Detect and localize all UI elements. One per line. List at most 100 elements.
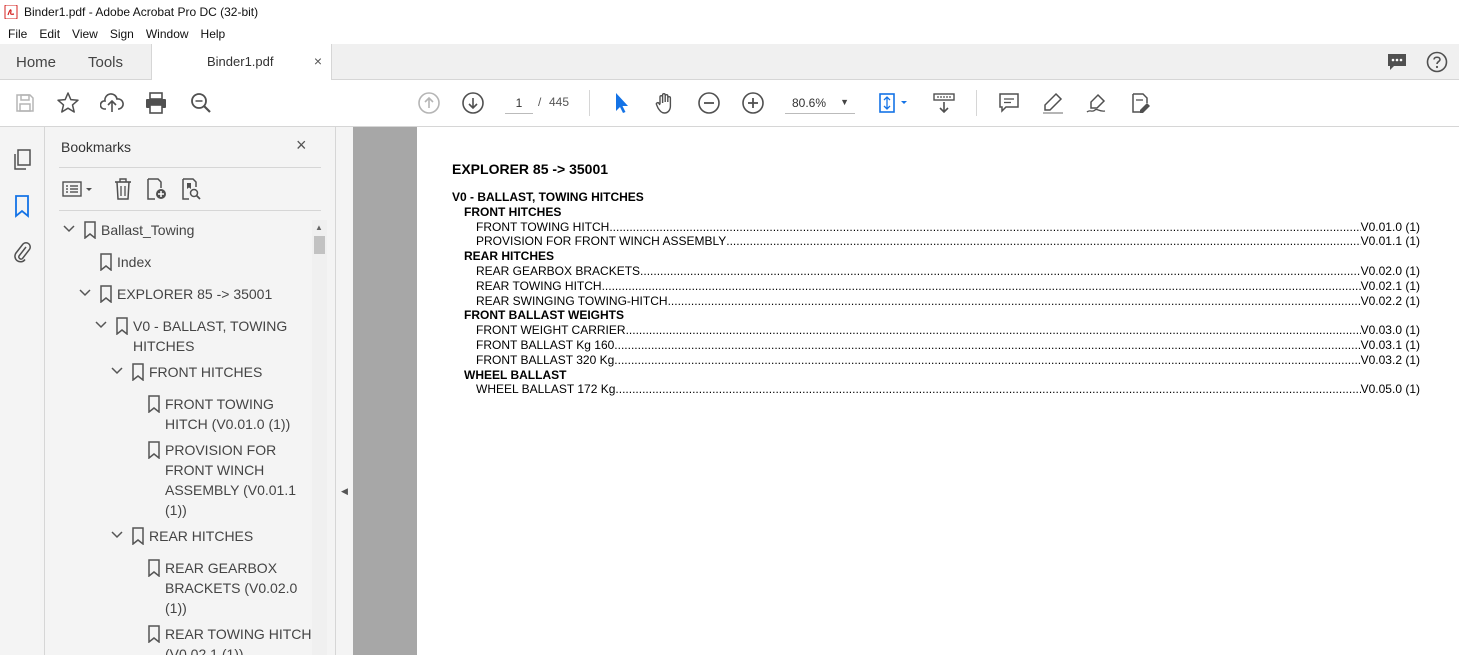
- toc-entry-label: FRONT WEIGHT CARRIER: [476, 323, 626, 338]
- zoom-in-icon[interactable]: [741, 91, 765, 115]
- tab-close-icon[interactable]: ×: [314, 53, 322, 69]
- select-cursor-icon[interactable]: [609, 91, 633, 115]
- toc-entry[interactable]: FRONT BALLAST 320 Kg V0.03.2 (1): [452, 353, 1420, 368]
- next-page-icon[interactable]: [461, 91, 485, 115]
- bookmark-label: Ballast_Towing: [101, 220, 194, 240]
- scroll-up-icon[interactable]: ▲: [315, 223, 323, 232]
- toc-entry[interactable]: PROVISION FOR FRONT WINCH ASSEMBLY V0.01.…: [452, 234, 1420, 249]
- menu-view[interactable]: View: [66, 27, 104, 41]
- page-heading: EXPLORER 85 -> 35001: [452, 161, 609, 177]
- menu-file[interactable]: File: [0, 27, 33, 41]
- toc-entry-reference: V0.01.1 (1): [1360, 234, 1420, 249]
- toc-entry-label: WHEEL BALLAST 172 Kg: [476, 382, 616, 397]
- chevron-down-icon[interactable]: [110, 364, 124, 378]
- menu-window[interactable]: Window: [140, 27, 195, 41]
- toc-entry-label: REAR GEARBOX BRACKETS: [476, 263, 641, 278]
- toc-leader-dots: [609, 220, 1360, 235]
- menu-edit[interactable]: Edit: [33, 27, 66, 41]
- bookmark-label: PROVISION FOR FRONT WINCH ASSEMBLY (V0.01.…: [165, 440, 296, 520]
- new-bookmark-icon[interactable]: [144, 177, 168, 201]
- zoom-select[interactable]: 80.6% ▼: [785, 92, 855, 114]
- attachment-icon[interactable]: [10, 240, 34, 264]
- document-viewport[interactable]: EXPLORER 85 -> 35001 V0 - BALLAST, TOWIN…: [353, 127, 1459, 655]
- bookmark-options-icon[interactable]: [61, 177, 97, 201]
- bookmark-label-line: (1)): [165, 600, 187, 616]
- star-icon[interactable]: [56, 91, 80, 115]
- edit-icon[interactable]: [1129, 91, 1153, 115]
- bookmark-icon: [148, 625, 160, 643]
- toc-group-heading: FRONT BALLAST WEIGHTS: [464, 308, 624, 323]
- comment-tool-icon[interactable]: [997, 91, 1021, 115]
- upload-icon[interactable]: [100, 91, 124, 115]
- menu-help[interactable]: Help: [195, 27, 232, 41]
- find-icon[interactable]: [189, 91, 213, 115]
- toc-entry[interactable]: REAR TOWING HITCH V0.02.1 (1): [452, 279, 1420, 294]
- tab-home[interactable]: Home: [16, 44, 56, 80]
- toc-entry[interactable]: REAR GEARBOX BRACKETS V0.02.0 (1): [452, 264, 1420, 279]
- table-of-contents: V0 - BALLAST, TOWING HITCHES FRONT HITCH…: [452, 190, 1420, 397]
- tab-tools[interactable]: Tools: [88, 44, 123, 80]
- save-icon[interactable]: [13, 91, 37, 115]
- hand-icon[interactable]: [653, 91, 677, 115]
- collapse-left-icon[interactable]: ◀: [341, 486, 348, 497]
- toc-leader-dots: [615, 382, 1360, 397]
- close-icon[interactable]: ×: [296, 135, 307, 156]
- menu-sign[interactable]: Sign: [104, 27, 140, 41]
- toc-leader-dots: [626, 323, 1361, 338]
- toc-entry[interactable]: FRONT BALLAST Kg 160 V0.03.1 (1): [452, 338, 1420, 353]
- help-icon[interactable]: [1426, 51, 1448, 73]
- keyboard-scroll-icon[interactable]: [932, 91, 956, 115]
- prev-page-icon[interactable]: [417, 91, 441, 115]
- toc-entry-reference: V0.02.2 (1): [1360, 293, 1420, 308]
- chevron-down-icon: ▼: [840, 97, 849, 107]
- bookmarks-scrollbar[interactable]: ▲: [312, 220, 327, 655]
- bookmark-icon: [100, 285, 112, 303]
- bookmarks-rail-icon[interactable]: [10, 194, 34, 218]
- zoom-value: 80.6%: [792, 96, 827, 110]
- toc-leader-dots: [614, 353, 1360, 368]
- toc-entry-reference: V0.03.2 (1): [1360, 352, 1420, 367]
- menu-bar: File Edit View Sign Window Help: [0, 24, 1459, 44]
- print-icon[interactable]: [144, 91, 168, 115]
- divider: [59, 167, 321, 168]
- bookmark-label-line: EXPLORER 85 -> 35001: [117, 286, 273, 302]
- scrollbar-thumb[interactable]: [314, 236, 325, 254]
- toc-entry[interactable]: WHEEL BALLAST 172 Kg V0.05.0 (1): [452, 382, 1420, 397]
- title-bar: Binder1.pdf - Adobe Acrobat Pro DC (32-b…: [0, 0, 1459, 24]
- highlight-icon[interactable]: [1041, 91, 1065, 115]
- toolbar-divider: [589, 90, 590, 116]
- divider: [59, 210, 321, 211]
- chevron-down-icon[interactable]: [78, 286, 92, 300]
- document-scrollbar[interactable]: [1451, 127, 1459, 655]
- left-navigation-rail: [0, 127, 45, 655]
- bookmarks-title: Bookmarks: [61, 139, 132, 155]
- delete-bookmark-icon[interactable]: [111, 177, 135, 201]
- toc-entry[interactable]: FRONT TOWING HITCH V0.01.0 (1): [452, 220, 1420, 235]
- sign-icon[interactable]: [1085, 91, 1109, 115]
- page-thumbnails-icon[interactable]: [10, 148, 34, 172]
- bookmark-label: FRONT HITCHES: [149, 362, 262, 382]
- chevron-down-icon[interactable]: [62, 222, 76, 236]
- toc-entry[interactable]: FRONT WEIGHT CARRIER V0.03.0 (1): [452, 323, 1420, 338]
- bookmark-icon: [148, 395, 160, 413]
- comment-icon[interactable]: [1386, 52, 1408, 72]
- bookmark-label-line: Index: [117, 254, 152, 270]
- chevron-down-icon[interactable]: [94, 318, 108, 332]
- bookmark-label: EXPLORER 85 -> 35001: [117, 284, 272, 304]
- toc-entry-label: FRONT BALLAST Kg 160: [476, 337, 615, 352]
- panel-collapse-handle[interactable]: ◀: [335, 127, 353, 655]
- tab-document[interactable]: Binder1.pdf ×: [151, 44, 332, 81]
- chevron-down-icon[interactable]: [110, 528, 124, 542]
- toc-entry-label: REAR TOWING HITCH: [476, 278, 602, 293]
- bookmark-label-line: (V0.02.1 (1)): [165, 646, 244, 655]
- bookmark-label: REAR GEARBOX BRACKETS (V0.02.0 (1)): [165, 558, 297, 618]
- toc-entry[interactable]: REAR SWINGING TOWING-HITCH V0.02.2 (1): [452, 294, 1420, 309]
- zoom-out-icon[interactable]: [697, 91, 721, 115]
- toc-entry-reference: V0.02.0 (1): [1360, 263, 1420, 278]
- bookmark-label: FRONT TOWING HITCH (V0.01.0 (1)): [165, 394, 290, 434]
- fit-page-icon[interactable]: [876, 91, 912, 115]
- tabs-bar: Home Tools Binder1.pdf ×: [0, 44, 1459, 81]
- page-number-input[interactable]: [505, 92, 533, 114]
- pdf-page: EXPLORER 85 -> 35001 V0 - BALLAST, TOWIN…: [417, 127, 1451, 655]
- find-bookmark-icon[interactable]: [179, 177, 203, 201]
